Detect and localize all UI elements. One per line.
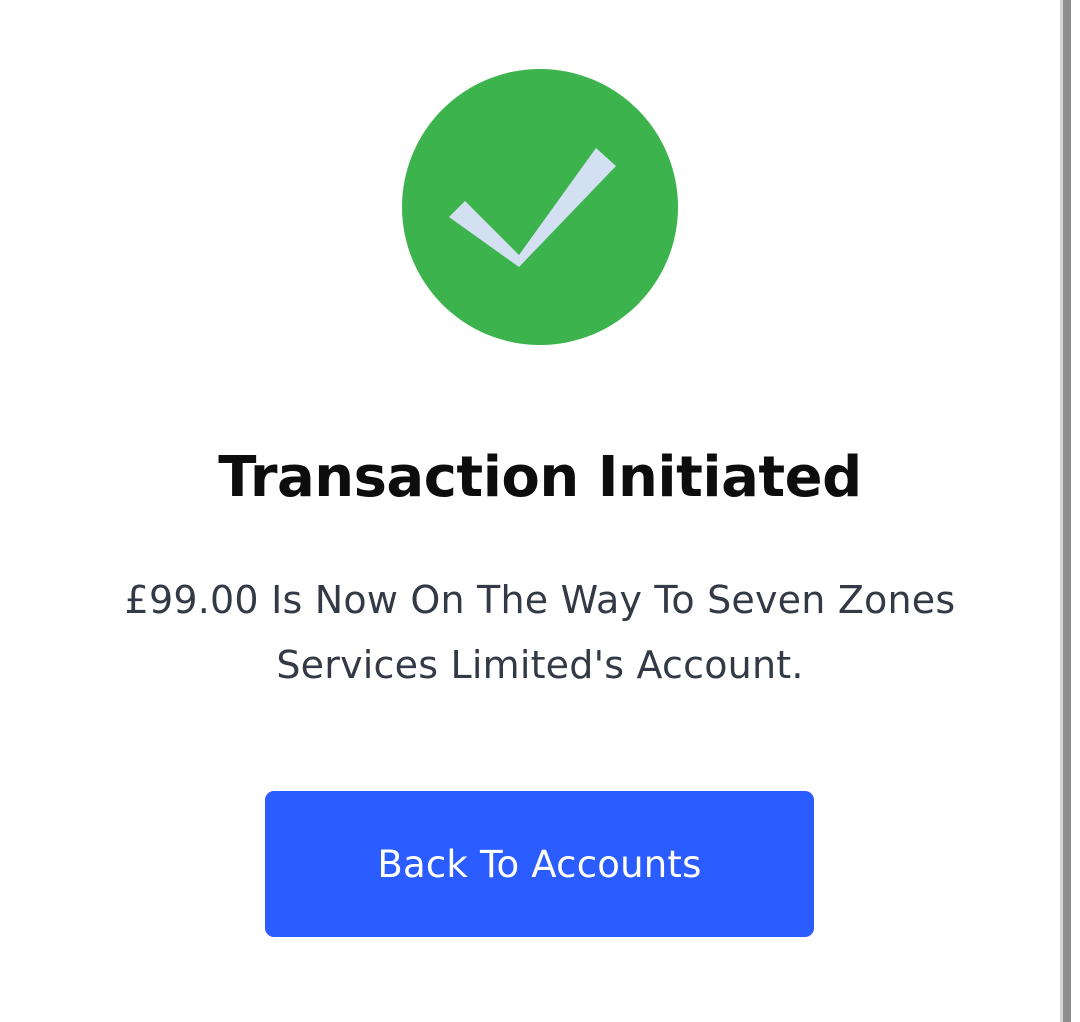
scrollbar-thumb[interactable]	[1063, 0, 1071, 1022]
success-circle	[402, 69, 678, 345]
page-title: Transaction Initiated	[218, 445, 862, 510]
transaction-message: £99.00 Is Now On The Way To Seven Zones …	[124, 578, 956, 687]
transaction-success-screen: Transaction Initiated £99.00 Is Now On T…	[0, 0, 1062, 1022]
back-to-accounts-button[interactable]: Back To Accounts	[265, 791, 814, 937]
check-circle-icon	[402, 69, 678, 345]
